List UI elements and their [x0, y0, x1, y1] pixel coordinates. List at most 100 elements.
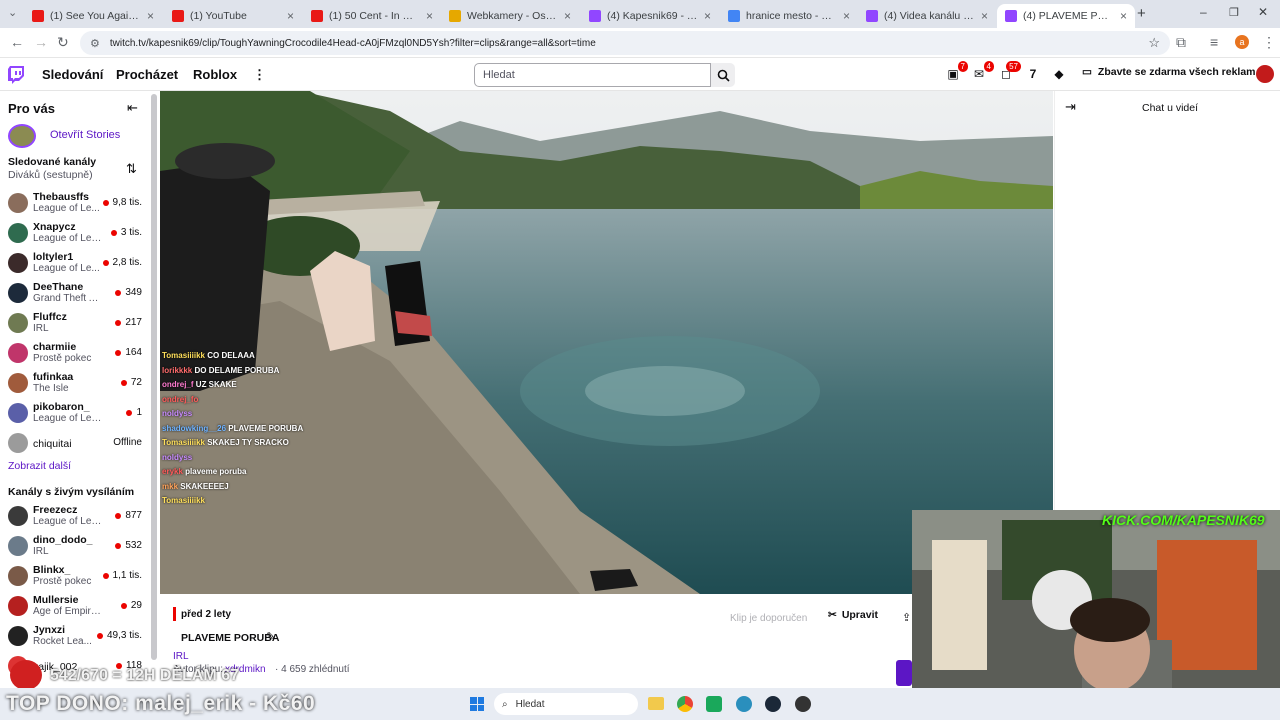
sidebar-channel[interactable]: FreezeczLeague of Lege... 877 — [6, 502, 152, 532]
open-stories-link[interactable]: Otevřít Stories — [50, 129, 120, 141]
sidebar-channel[interactable]: Mullersie Age of Empires II 29 — [6, 592, 152, 622]
tab-close-icon[interactable]: × — [564, 9, 571, 23]
twitch-logo-icon[interactable] — [8, 66, 24, 84]
nav-roblox[interactable]: Roblox — [193, 67, 237, 82]
collapse-sidebar-icon[interactable]: ⇤ — [127, 100, 138, 116]
clip-category-link[interactable]: IRL — [173, 651, 189, 662]
tab-close-icon[interactable]: × — [1120, 9, 1127, 23]
browser-menu-icon[interactable]: ⋮ — [1262, 34, 1276, 51]
browser-tab[interactable]: hranice mesto - Hledat G × — [720, 4, 858, 28]
address-bar[interactable]: ⚙ twitch.tv/kapesnik69/clip/ToughYawning… — [80, 31, 1170, 55]
browser-tab[interactable]: (4) PLAVEME PORUBA × — [997, 4, 1135, 28]
browser-tab[interactable]: (1) YouTube × — [164, 4, 302, 28]
show-more-link[interactable]: Zobrazit další — [8, 460, 71, 472]
bits-icon[interactable]: ◆ — [1050, 65, 1068, 83]
file-explorer-icon[interactable] — [648, 697, 664, 710]
browser-tab[interactable]: (4) Videa kanálu Kapesni × — [858, 4, 996, 28]
live-dot — [96, 632, 103, 639]
sidebar-channel[interactable]: Xnapycz League of Leg... 3 tis. — [6, 219, 152, 249]
search-button[interactable] — [711, 63, 735, 87]
media-controls-icon[interactable]: ≡ — [1210, 34, 1218, 50]
obs-icon[interactable] — [795, 696, 811, 712]
seven-tv-icon[interactable]: 7 — [1024, 65, 1042, 83]
browser-tab[interactable]: (1) See You Again (Clean) × — [24, 4, 162, 28]
steam-icon[interactable] — [765, 696, 781, 712]
tab-title: (1) 50 Cent - In Da Club (C — [329, 10, 420, 22]
sidebar-channel[interactable]: Jynxzi Rocket Lea... 49,3 tis. — [6, 622, 152, 652]
browser-tab[interactable]: (1) 50 Cent - In Da Club (C × — [303, 4, 441, 28]
sidebar-channel[interactable]: Blinkx_ Prostě pokec 1,1 tis. — [6, 562, 152, 592]
taskbar-search[interactable]: ⌕ Hledat — [494, 693, 638, 715]
channel-viewers: 72 — [120, 377, 142, 388]
sidebar-channel[interactable]: DeeThane Grand Theft Au... 349 — [6, 279, 152, 309]
sidebar-channel[interactable]: Fluffcz IRL 217 — [6, 309, 152, 339]
browser-tab[interactable]: Webkamery - Ostrava - V × — [441, 4, 579, 28]
tab-search-icon[interactable]: ⌄ — [8, 6, 17, 19]
live-dot — [115, 319, 122, 326]
reload-icon[interactable]: ↻ — [57, 34, 69, 51]
sidebar-channel[interactable]: pikobaron_ League of Leg... 1 — [6, 399, 152, 429]
profile-avatar[interactable]: a — [1235, 35, 1249, 49]
live-dot — [126, 409, 133, 416]
sidebar-channel[interactable]: loltyler1 League of Le... 2,8 tis. — [6, 249, 152, 279]
more-menu-icon[interactable]: ⋮ — [253, 67, 266, 83]
stories-avatar[interactable] — [8, 124, 36, 148]
channel-viewers: 3 tis. — [110, 227, 142, 238]
tab-title: (4) PLAVEME PORUBA — [1023, 10, 1114, 22]
tab-title: (4) Kapesnik69 - Twitch — [607, 10, 698, 22]
sidebar-channel[interactable]: dino_dodo_ IRL 532 — [6, 532, 152, 562]
forward-icon[interactable]: → — [34, 34, 48, 50]
overlay-chat-user: lorikkkk — [162, 365, 193, 375]
browser-tab[interactable]: (4) Kapesnik69 - Twitch × — [581, 4, 719, 28]
tab-close-icon[interactable]: × — [287, 9, 294, 23]
overlay-chat-user: noldyss — [162, 409, 193, 418]
bookmark-star-icon[interactable]: ☆ — [1148, 35, 1160, 51]
recommended-label: Klip je doporučen — [730, 613, 808, 624]
back-icon[interactable]: ← — [10, 34, 24, 50]
tab-close-icon[interactable]: × — [147, 9, 154, 23]
turbo-promo-button[interactable]: ▭ Zbavte se zdarma všech reklam — [1082, 66, 1256, 78]
overlay-chat-msg: SKAKEEEEJ — [180, 481, 229, 491]
user-avatar[interactable] — [1255, 64, 1275, 84]
nav-following[interactable]: Sledování — [42, 67, 103, 82]
overlay-chat-user: Tomasiiiikk — [162, 351, 205, 360]
edit-title-icon[interactable]: ✎ — [266, 630, 275, 643]
tab-close-icon[interactable]: × — [981, 9, 988, 23]
app-green-icon[interactable] — [706, 696, 722, 712]
tab-close-icon[interactable]: × — [843, 9, 850, 23]
channel-viewers: 2,8 tis. — [102, 257, 142, 268]
tab-close-icon[interactable]: × — [426, 9, 433, 23]
url-text[interactable]: twitch.tv/kapesnik69/clip/ToughYawningCr… — [110, 38, 596, 49]
overlay-chat-user: ondrej_f — [162, 380, 194, 389]
search-input[interactable]: Hledat — [474, 63, 711, 87]
tab-close-icon[interactable]: × — [704, 9, 711, 23]
new-tab-button[interactable]: + — [1137, 5, 1146, 22]
widget-tab[interactable] — [896, 660, 912, 686]
viewer-count: 29 — [130, 600, 142, 611]
extensions-icon[interactable]: ⧉ — [1176, 34, 1186, 51]
close-window-button[interactable]: ✕ — [1258, 5, 1268, 19]
start-icon[interactable] — [470, 697, 484, 711]
maximize-window-button[interactable]: ❐ — [1229, 6, 1239, 19]
sidebar-channel[interactable]: Thebausffs League of Le... 9,8 tis. — [6, 189, 152, 219]
channel-viewers: 532 — [115, 540, 142, 551]
inbox-icon[interactable]: ✉ 4 — [970, 61, 994, 83]
inbox-badge: 4 — [983, 61, 994, 72]
prime-loot-icon[interactable]: ▣ 7 — [944, 61, 968, 83]
minimize-window-button[interactable]: – — [1200, 5, 1207, 19]
sidebar-channel[interactable]: charmiie Prostě pokec 164 — [6, 339, 152, 369]
channel-game: Grand Theft Au... — [33, 293, 103, 304]
app-teal-icon[interactable] — [736, 696, 752, 712]
expand-chat-icon[interactable]: ⇥ — [1065, 99, 1076, 115]
channel-avatar — [8, 536, 28, 556]
nav-browse[interactable]: Procházet — [116, 67, 178, 82]
notifications-icon[interactable]: ◻ 57 — [997, 61, 1021, 83]
sidebar-scrollbar[interactable] — [151, 94, 157, 660]
edit-clip-button[interactable]: ✂ Upravit — [828, 609, 878, 621]
sidebar-channel[interactable]: chiquitai Offline — [6, 429, 152, 459]
site-info-icon[interactable]: ⚙ — [90, 37, 100, 50]
sidebar-channel[interactable]: fufinkaa The Isle 72 — [6, 369, 152, 399]
chrome-icon[interactable] — [677, 696, 693, 712]
sort-icon[interactable]: ⇅ — [126, 161, 137, 177]
share-icon[interactable]: ⇪ — [902, 611, 911, 624]
